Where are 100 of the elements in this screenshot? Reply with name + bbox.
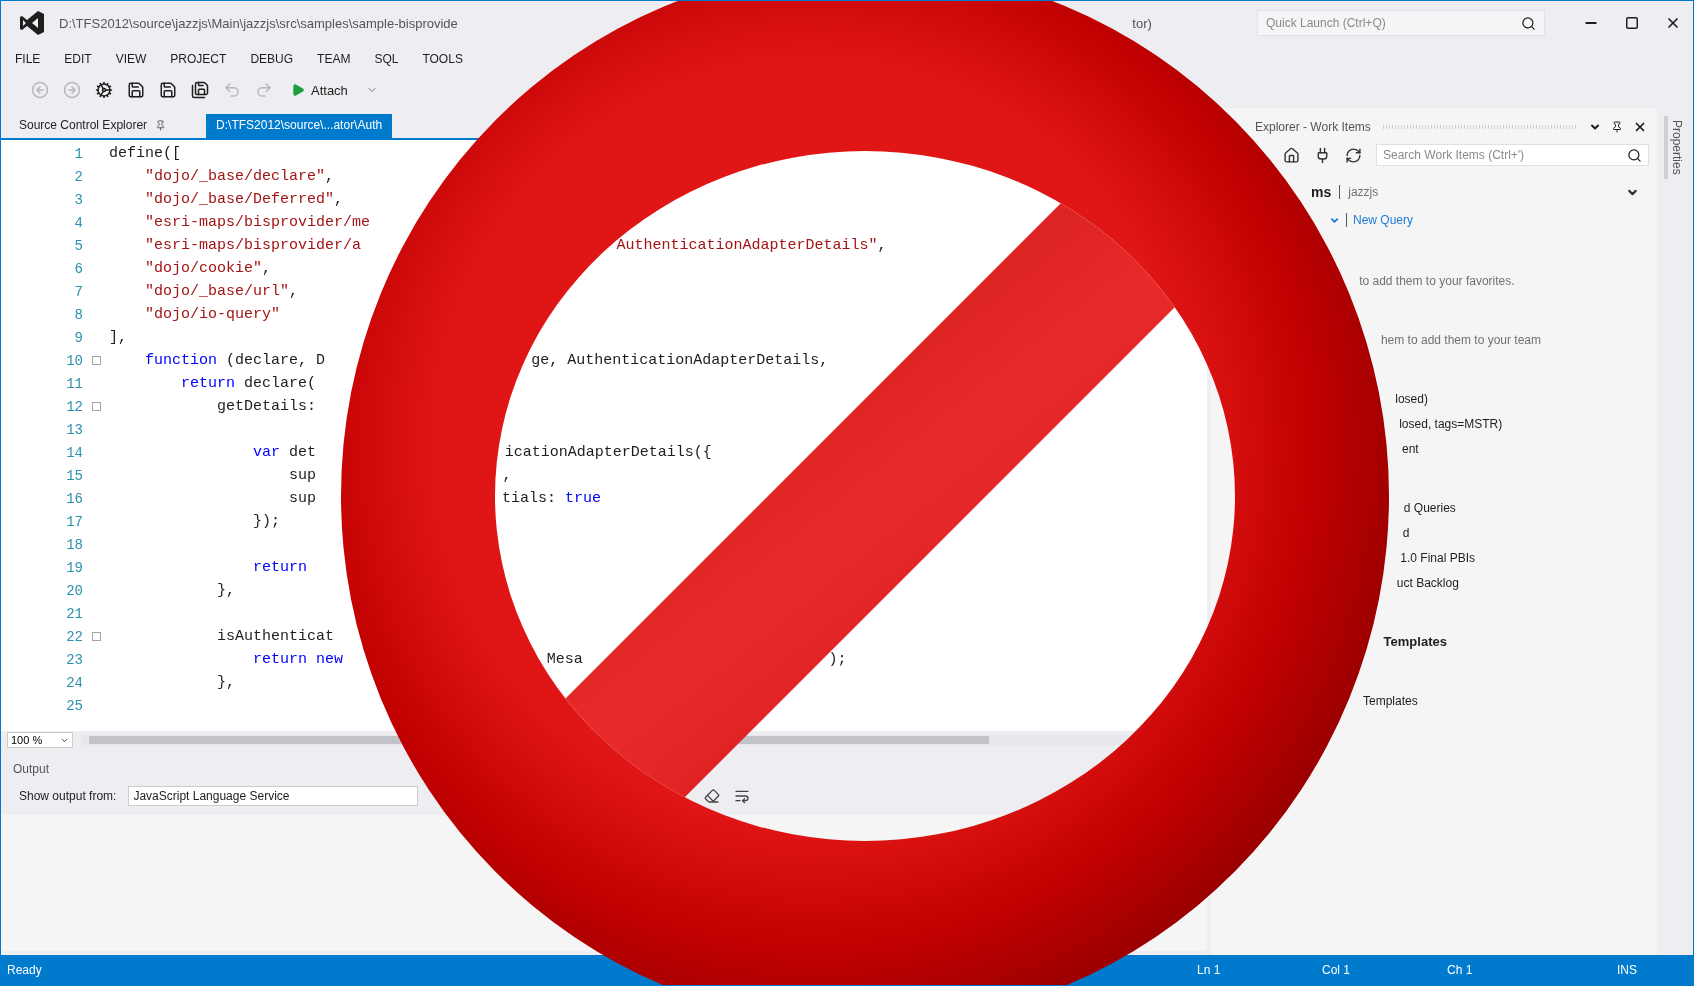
- line-number: 21: [65, 605, 83, 622]
- query-item[interactable]: losed, tags=MSTR): [1399, 416, 1503, 431]
- menu-item[interactable]: SQL: [374, 51, 399, 66]
- query-item[interactable]: ent: [1401, 441, 1419, 456]
- code-text: });: [252, 513, 281, 530]
- panel-title: Output: [12, 761, 51, 778]
- code-text: "dojo/_base/Deferred",: [144, 191, 344, 208]
- line-number: 3: [73, 191, 83, 208]
- page-title: ms: [1311, 184, 1332, 200]
- code-text: "dojo/cookie",: [144, 260, 272, 277]
- fold-toggle-icon[interactable]: [91, 632, 101, 641]
- line-number: 20: [65, 582, 83, 599]
- code-text: "esri-maps/bisprovider/a: [144, 237, 362, 254]
- menu-item[interactable]: FILE: [15, 51, 41, 66]
- code-text: ge, AuthenticationAdapterDetails,: [531, 352, 829, 369]
- panel-title: Explorer - Work Items: [1255, 120, 1371, 134]
- pin-icon[interactable]: [1611, 121, 1623, 133]
- line-number: 16: [65, 490, 83, 507]
- fold-toggle-icon[interactable]: [91, 356, 101, 365]
- word-wrap-icon[interactable]: [734, 788, 750, 804]
- line-number: 23: [65, 651, 83, 668]
- code-text: AuthenticationAdapterDetails",: [616, 237, 887, 254]
- code-text: function (declare, D: [144, 352, 326, 369]
- line-number: 18: [65, 536, 83, 553]
- search-field[interactable]: Search Work Items (Ctrl+'): [1376, 144, 1649, 166]
- fold-toggle-icon[interactable]: [91, 402, 101, 411]
- line-number: 13: [65, 421, 83, 438]
- close-icon[interactable]: [1633, 120, 1647, 134]
- code-text: },: [216, 582, 236, 599]
- line-number: 8: [73, 306, 83, 323]
- zoom-dropdown[interactable]: 100 %: [7, 732, 73, 748]
- hint-text: hem to add them to your team: [1380, 332, 1542, 347]
- line-number: 15: [65, 467, 83, 484]
- query-item[interactable]: Templates: [1363, 693, 1418, 708]
- line-number: 17: [65, 513, 83, 530]
- close-icon[interactable]: [1665, 15, 1681, 31]
- menu-item[interactable]: TOOLS: [422, 51, 463, 66]
- save-icon[interactable]: [127, 81, 145, 99]
- code-text: "dojo/io-query": [144, 306, 281, 323]
- query-item[interactable]: losed): [1395, 391, 1428, 406]
- line-number: 9: [73, 329, 83, 346]
- code-text: "esri-maps/bisprovider/me: [144, 214, 371, 231]
- line-number: 22: [65, 628, 83, 645]
- code-text: define([: [109, 145, 181, 162]
- menu-item[interactable]: VIEW: [115, 51, 147, 66]
- menu-item[interactable]: PROJECT: [170, 51, 227, 66]
- code-text: return: [252, 559, 308, 576]
- refresh-icon[interactable]: [1345, 146, 1362, 164]
- query-item[interactable]: uct Backlog: [1396, 575, 1459, 590]
- line-number: 4: [73, 214, 83, 231]
- code-text: var det: [252, 444, 317, 461]
- search-icon: [1521, 15, 1536, 31]
- field-label: Show output from:: [19, 789, 117, 803]
- window-title: tor): [1132, 15, 1152, 31]
- status-text: Ready: [7, 963, 43, 977]
- play-icon: [291, 83, 305, 97]
- code-text: sup: [288, 467, 317, 484]
- query-item[interactable]: d Queries: [1403, 500, 1456, 515]
- line-number: 12: [65, 398, 83, 415]
- line-number: 1: [73, 145, 83, 162]
- line-number: 25: [65, 697, 83, 714]
- save-icon[interactable]: [159, 81, 177, 99]
- query-item[interactable]: 1.0 Final PBIs: [1400, 550, 1476, 565]
- new-query-link[interactable]: New Query: [1353, 213, 1414, 227]
- code-text: icationAdapterDetails({: [504, 444, 712, 461]
- clear-icon[interactable]: [704, 788, 720, 804]
- search-icon: [1627, 147, 1642, 163]
- menu-item[interactable]: TEAM: [317, 51, 351, 66]
- query-item[interactable]: d: [1402, 525, 1410, 540]
- status-text: Col 1: [1322, 963, 1351, 977]
- line-number: 14: [65, 444, 83, 461]
- code-text: );: [828, 651, 847, 668]
- code-text: "dojo/_base/url",: [144, 283, 299, 300]
- menu-item[interactable]: EDIT: [64, 51, 92, 66]
- document-tab[interactable]: D:\TFS2012\source\...ator\Auth: [206, 114, 393, 138]
- attach-button[interactable]: Attach: [287, 80, 352, 100]
- code-text: ],: [109, 329, 127, 346]
- output-source-dropdown[interactable]: JavaScript Language Service: [128, 786, 419, 806]
- home-icon[interactable]: [1283, 146, 1300, 164]
- code-text: },: [216, 674, 236, 691]
- line-number: 7: [73, 283, 83, 300]
- line-number: 11: [65, 375, 83, 392]
- line-number: 24: [65, 674, 83, 691]
- line-number: 2: [73, 168, 83, 185]
- window-title: D:\TFS2012\source\jazzjs\Main\jazzjs\src\samples\sample-bisprovide: [59, 15, 458, 31]
- code-text: Mesa: [546, 651, 583, 668]
- visual-studio-logo-icon: [19, 10, 45, 36]
- menu-item[interactable]: DEBUG: [250, 51, 294, 66]
- code-text: tials: true: [502, 490, 602, 507]
- line-number: 5: [73, 237, 83, 254]
- section-heading: Templates: [1383, 634, 1447, 649]
- properties-tab[interactable]: Properties: [1664, 116, 1686, 179]
- line-number: 6: [73, 260, 83, 277]
- hint-text: to add them to your favorites.: [1359, 273, 1515, 288]
- document-tab[interactable]: Source Control Explorer: [9, 114, 177, 138]
- maximize-icon[interactable]: [1625, 16, 1639, 30]
- code-text: isAuthenticat: [216, 628, 335, 645]
- code-text: return declare(: [180, 375, 317, 392]
- gear-icon[interactable]: [95, 81, 113, 99]
- save-all-icon[interactable]: [191, 81, 209, 99]
